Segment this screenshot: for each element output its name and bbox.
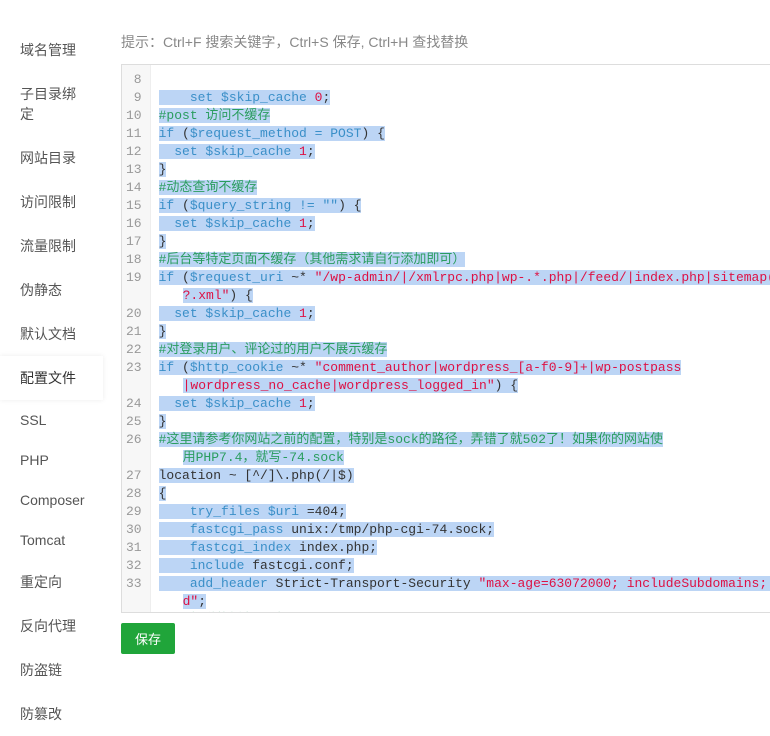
code-line[interactable]: if ($request_method = POST) { (159, 125, 770, 143)
code-area[interactable]: set $skip_cache 0;#post 访问不缓存if ($reques… (151, 65, 770, 612)
code-line[interactable]: #新增的缓存规则 (159, 611, 770, 613)
hint-text: 提示：Ctrl+F 搜索关键字，Ctrl+S 保存, Ctrl+H 查找替换 (103, 28, 770, 64)
sidebar-item[interactable]: 配置文件 (0, 356, 103, 400)
code-line[interactable]: fastcgi_pass unix:/tmp/php-cgi-74.sock; (159, 521, 770, 539)
line-gutter: 8910111213141516171819 20212223 242526 2… (122, 65, 151, 612)
code-line[interactable] (159, 71, 770, 89)
sidebar-item[interactable]: 流量限制 (0, 224, 103, 268)
sidebar-item[interactable]: 域名管理 (0, 28, 103, 72)
sidebar-item[interactable]: 反向代理 (0, 604, 103, 648)
code-line[interactable]: { (159, 485, 770, 503)
code-line[interactable]: #动态查询不缓存 (159, 179, 770, 197)
sidebar-item[interactable]: 防篡改 (0, 692, 103, 736)
code-line[interactable]: location ~ [^/]\.php(/|$) (159, 467, 770, 485)
sidebar-item[interactable]: SSL (0, 400, 103, 440)
main-panel: 提示：Ctrl+F 搜索关键字，Ctrl+S 保存, Ctrl+H 查找替换 8… (103, 0, 770, 664)
code-line[interactable]: |wordpress_no_cache|wordpress_logged_in"… (159, 377, 770, 395)
sidebar-item[interactable]: Tomcat (0, 520, 103, 560)
code-line[interactable]: set $skip_cache 1; (159, 215, 770, 233)
code-line[interactable]: #这里请参考你网站之前的配置，特别是sock的路径，弄错了就502了！如果你的网… (159, 431, 770, 449)
code-line[interactable]: if ($query_string != "") { (159, 197, 770, 215)
code-line[interactable]: add_header Strict-Transport-Security "ma… (159, 575, 770, 593)
sidebar-item[interactable]: 伪静态 (0, 268, 103, 312)
code-line[interactable]: d"; (159, 593, 770, 611)
code-line[interactable]: set $skip_cache 1; (159, 143, 770, 161)
sidebar: 域名管理子目录绑定网站目录访问限制流量限制伪静态默认文档配置文件SSLPHPCo… (0, 0, 103, 664)
code-line[interactable]: } (159, 323, 770, 341)
code-line[interactable]: #post 访问不缓存 (159, 107, 770, 125)
sidebar-item[interactable]: 防盗链 (0, 648, 103, 692)
code-line[interactable]: include fastcgi.conf; (159, 557, 770, 575)
sidebar-item[interactable]: 默认文档 (0, 312, 103, 356)
save-button[interactable]: 保存 (121, 623, 175, 654)
code-line[interactable]: } (159, 233, 770, 251)
code-line[interactable]: try_files $uri =404; (159, 503, 770, 521)
sidebar-item[interactable]: PHP (0, 440, 103, 480)
code-line[interactable]: 用PHP7.4，就写-74.sock (159, 449, 770, 467)
sidebar-item[interactable]: Composer (0, 480, 103, 520)
code-line[interactable]: set $skip_cache 1; (159, 305, 770, 323)
sidebar-item[interactable]: 访问限制 (0, 180, 103, 224)
code-line[interactable]: if ($http_cookie ~* "comment_author|word… (159, 359, 770, 377)
code-line[interactable]: } (159, 161, 770, 179)
code-line[interactable]: if ($request_uri ~* "/wp-admin/|/xmlrpc.… (159, 269, 770, 287)
code-line[interactable]: #对登录用户、评论过的用户不展示缓存 (159, 341, 770, 359)
sidebar-item[interactable]: 重定向 (0, 560, 103, 604)
code-line[interactable]: } (159, 413, 770, 431)
sidebar-item[interactable]: 子目录绑定 (0, 72, 103, 136)
code-line[interactable]: set $skip_cache 1; (159, 395, 770, 413)
sidebar-item[interactable]: 网站目录 (0, 136, 103, 180)
code-line[interactable]: #后台等特定页面不缓存（其他需求请自行添加即可） (159, 251, 770, 269)
code-line[interactable]: fastcgi_index index.php; (159, 539, 770, 557)
code-line[interactable]: set $skip_cache 0; (159, 89, 770, 107)
code-editor[interactable]: 8910111213141516171819 20212223 242526 2… (121, 64, 770, 613)
code-line[interactable]: ?.xml") { (159, 287, 770, 305)
